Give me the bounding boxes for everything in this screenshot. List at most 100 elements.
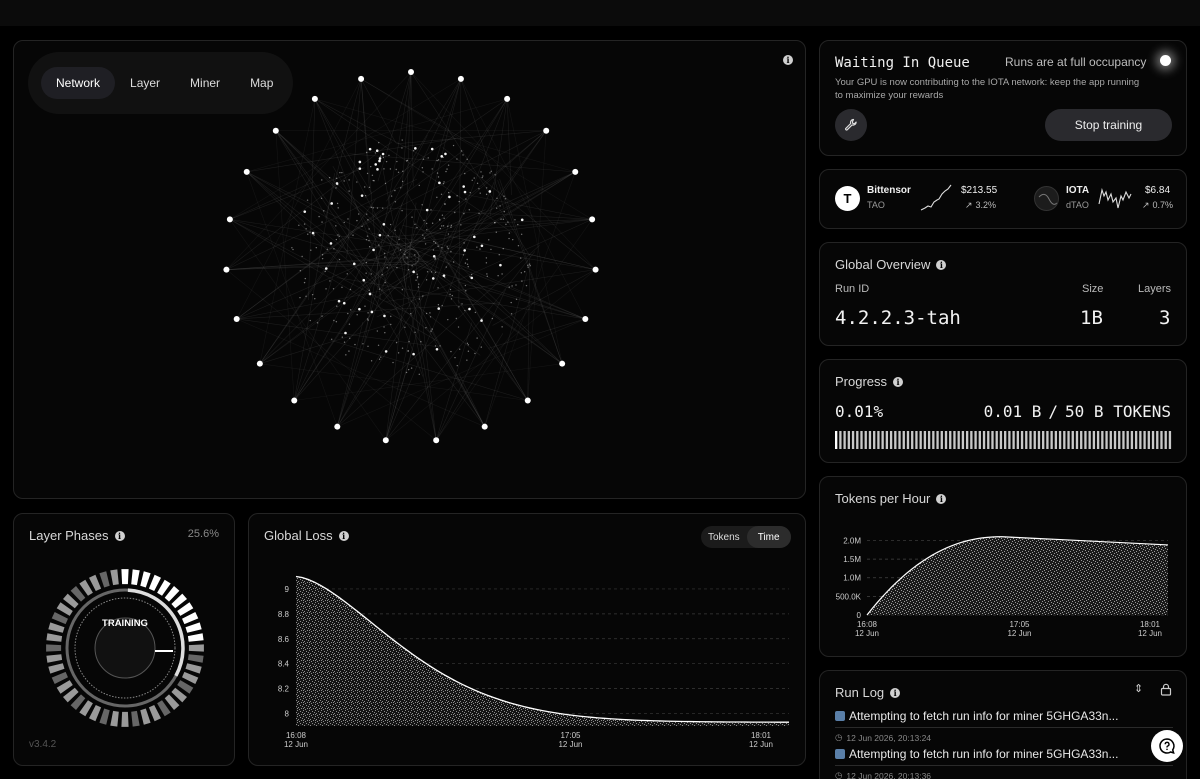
info-icon[interactable]: i: [114, 530, 125, 541]
progress-segment: [1109, 431, 1112, 449]
progress-segment: [835, 431, 838, 449]
progress-segment: [915, 431, 918, 449]
progress-segment: [889, 431, 893, 449]
phase-tick: [121, 711, 129, 727]
info-icon[interactable]: i: [936, 259, 947, 270]
phase-tick: [148, 705, 161, 722]
lock-icon[interactable]: [1160, 683, 1172, 696]
phase-tick: [46, 654, 63, 663]
phase-tick: [89, 574, 102, 591]
phase-tick: [99, 571, 110, 588]
network-node: [226, 216, 233, 223]
log-entry: Attempting to fetch run info for miner 5…: [835, 747, 1118, 761]
network-node: [572, 168, 579, 175]
x-tick-date: 12 Jun: [1007, 629, 1031, 638]
phase-tick: [110, 569, 119, 586]
progress-segment: [1096, 431, 1100, 449]
x-tick-date: 12 Jun: [284, 740, 308, 749]
queue-description-2: to maximize your rewards: [835, 90, 944, 101]
help-chat-button[interactable]: [1151, 730, 1183, 762]
phase-tick: [110, 710, 119, 727]
info-icon[interactable]: i: [338, 530, 349, 541]
progress-segment: [1088, 431, 1091, 449]
info-icon[interactable]: i: [936, 493, 947, 504]
progress-segment: [970, 431, 973, 449]
run-log-title: Run Log: [835, 685, 885, 700]
phase-tick: [99, 708, 110, 725]
progress-segment: [940, 431, 943, 449]
progress-segment: [860, 431, 863, 449]
tokens-per-hour-title: Tokens per Hour: [835, 491, 931, 506]
progress-segment: [1054, 431, 1058, 449]
info-icon[interactable]: i: [783, 55, 793, 65]
network-node: [272, 127, 279, 134]
tab-map[interactable]: Map: [235, 67, 288, 99]
x-tick-time: 16:08: [286, 731, 307, 740]
progress-segment: [978, 431, 981, 449]
info-icon[interactable]: i: [893, 376, 904, 387]
network-node: [382, 437, 389, 444]
global-loss-chart: 98.88.68.48.2816:0812 Jun17:0512 Jun18:0…: [278, 575, 790, 749]
network-node: [358, 75, 365, 82]
run-id-label: Run ID: [835, 283, 870, 295]
progress-segment: [1020, 431, 1024, 449]
progress-segment: [1160, 431, 1163, 449]
tab-layer[interactable]: Layer: [115, 67, 175, 99]
coin-name-iota: IOTA: [1066, 185, 1090, 196]
progress-card: Progress i 0.01% 0.01 B / 50 B TOKENS: [819, 359, 1187, 463]
progress-segment: [911, 431, 914, 449]
progress-segment: [1143, 431, 1146, 449]
progress-segment: [1033, 431, 1036, 449]
progress-segment: [1122, 431, 1125, 449]
progress-segment: [974, 431, 977, 449]
progress-segment: [1118, 431, 1121, 449]
progress-segment: [991, 431, 994, 449]
expand-collapse-icon[interactable]: ⇕: [1134, 682, 1143, 695]
toggle-tokens[interactable]: Tokens: [701, 526, 747, 548]
progress-segment: [957, 431, 960, 449]
layers-label: Layers: [1138, 283, 1172, 295]
tab-miner[interactable]: Miner: [175, 67, 235, 99]
progress-segment: [923, 431, 927, 449]
progress-segment: [927, 431, 931, 449]
info-icon[interactable]: i: [890, 687, 901, 698]
network-node: [233, 315, 240, 322]
phase-tick: [48, 622, 65, 633]
phase-tick: [131, 710, 140, 727]
wrench-button[interactable]: [835, 109, 867, 141]
stop-training-button[interactable]: Stop training: [1045, 109, 1172, 141]
network-node: [223, 266, 230, 273]
progress-segment: [1080, 431, 1083, 449]
chat-help-icon: [1159, 738, 1175, 755]
progress-segment: [1134, 431, 1138, 449]
progress-segment: [1105, 431, 1108, 449]
progress-segment: [873, 431, 876, 449]
log-entry: Attempting to fetch run info for miner 5…: [835, 709, 1118, 723]
progress-segment: [936, 431, 939, 449]
network-node: [589, 216, 596, 223]
progress-segment: [1063, 431, 1066, 449]
view-tabs: Network Layer Miner Map: [28, 52, 293, 114]
progress-segment: [843, 431, 846, 449]
x-tick-date: 12 Jun: [855, 629, 879, 638]
queue-card: Waiting In Queue Runs are at full occupa…: [819, 40, 1187, 156]
network-node: [457, 75, 464, 82]
progress-segment: [1156, 431, 1159, 449]
phase-center-label: TRAINING: [102, 618, 148, 629]
progress-segment: [1126, 431, 1129, 449]
progress-segment: [1101, 431, 1104, 449]
network-node: [481, 423, 488, 430]
divider: [835, 727, 1173, 728]
progress-segment: [1046, 431, 1049, 449]
toggle-time[interactable]: Time: [746, 526, 791, 548]
progress-segment: [868, 431, 872, 449]
progress-segment: [1042, 431, 1045, 449]
status-indicator: [1160, 55, 1171, 66]
price-ticker-card: T Bittensor TAO $213.55 ↗ 3.2% IOTA dTAO …: [819, 169, 1187, 229]
divider: [835, 765, 1173, 766]
top-bar: [0, 0, 1200, 26]
network-inner-nodes: [291, 139, 531, 376]
progress-segment: [965, 431, 969, 449]
tab-network[interactable]: Network: [41, 67, 116, 99]
phase-tick: [182, 671, 199, 684]
